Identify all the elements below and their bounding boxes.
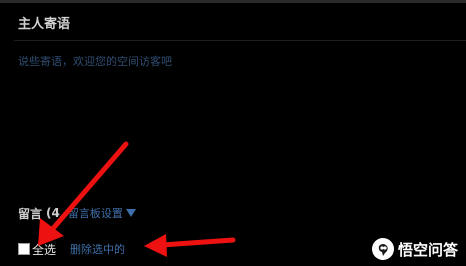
watermark: 悟空问答 (371, 238, 458, 260)
select-all-checkbox[interactable] (18, 243, 30, 255)
red-arrow-icon (38, 141, 129, 246)
wukong-logo-icon (371, 238, 394, 260)
top-divider (0, 0, 466, 3)
batch-action-row: 全选 删除选中的 (18, 240, 125, 258)
delete-selected-link[interactable]: 删除选中的 (70, 241, 125, 257)
message-board-label: 留言 (18, 206, 43, 221)
section-divider (14, 40, 466, 41)
caret-down-icon[interactable] (125, 209, 136, 217)
select-all-label[interactable]: 全选 (32, 241, 56, 258)
watermark-text: 悟空问答 (397, 240, 458, 259)
message-count: (4 (46, 206, 60, 220)
message-board-header: 留言 (4 留言板设置 (18, 205, 136, 221)
owner-message-placeholder[interactable]: 说些寄语，欢迎您的空间访客吧 (18, 53, 172, 69)
message-board-settings-link[interactable]: 留言板设置 (68, 205, 123, 221)
owner-message-title: 主人寄语 (18, 17, 71, 32)
red-arrow-icon (144, 234, 236, 257)
